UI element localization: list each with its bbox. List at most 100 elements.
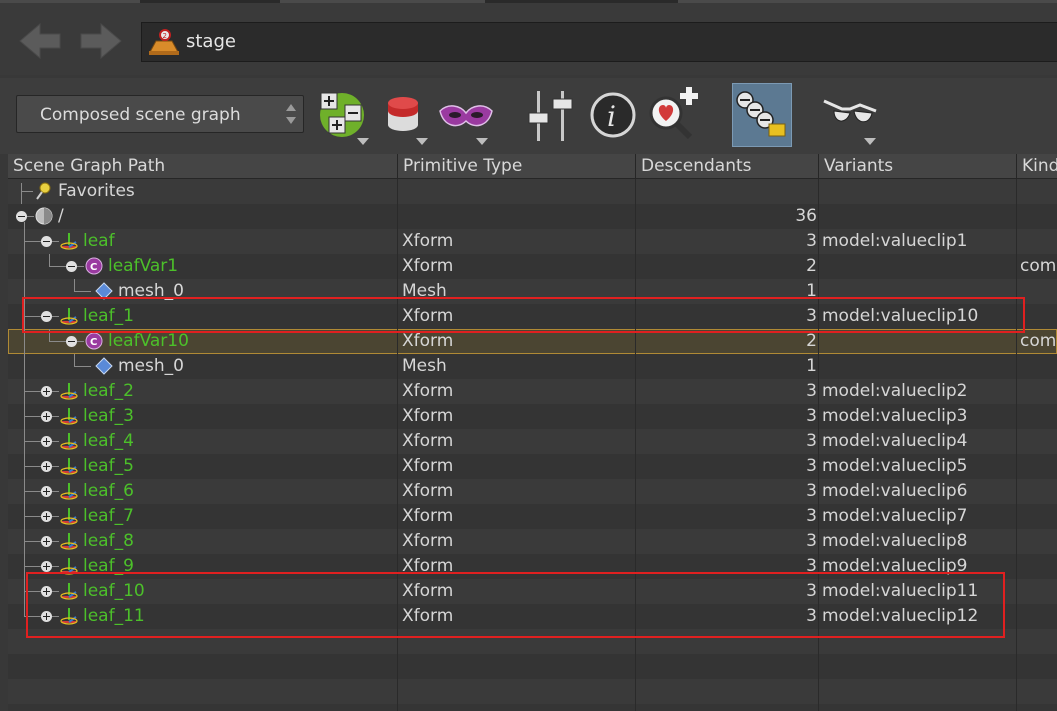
info-button[interactable]: i [588,83,640,147]
collapse-toggle[interactable] [41,311,52,322]
column-header-type[interactable]: Primitive Type [398,154,636,179]
table-row[interactable]: leaf_7 Xform 3 model:valueclip7 [8,504,1057,529]
table-row[interactable]: leaf_6 Xform 3 model:valueclip6 [8,479,1057,504]
primitive-type-cell: Xform [402,431,454,451]
collapse-toggle[interactable] [41,236,52,247]
prim-icon-wrapper [59,581,79,601]
prim-icon-wrapper [59,231,79,251]
table-row[interactable]: Favorites [8,179,1057,204]
column-divider [397,179,398,711]
tree-connector [52,241,59,242]
descendants-cell: 3 [806,606,817,626]
expand-toggle[interactable] [41,511,52,522]
table-row[interactable]: CleafVar10 Xform 2 com [8,329,1057,354]
inspect-zoom-button[interactable] [644,83,704,147]
tree-connector [74,291,91,292]
xform-icon [60,308,78,325]
back-button[interactable] [16,20,64,62]
table-row[interactable]: leaf_10 Xform 3 model:valueclip11 [8,579,1057,604]
kind-cell [1020,179,1057,204]
expand-collapse-button[interactable] [315,83,373,147]
xform-icon [60,383,78,400]
table-row[interactable]: leaf_11 Xform 3 model:valueclip12 [8,604,1057,629]
table-row[interactable]: CleafVar1 Xform 2 com [8,254,1057,279]
table-row[interactable]: mesh_0 Mesh 1 [8,354,1057,379]
table-row[interactable]: leaf_9 Xform 3 model:valueclip9 [8,554,1057,579]
variants-cell [822,329,1016,354]
table-row[interactable]: leaf_8 Xform 3 model:valueclip8 [8,529,1057,554]
expand-toggle[interactable] [41,561,52,572]
collapse-toggle[interactable] [66,336,77,347]
expand-toggle[interactable] [41,536,52,547]
mask-button[interactable] [438,83,498,147]
table-row[interactable]: leaf_1 Xform 3 model:valueclip10 [8,304,1057,329]
primitive-type-cell: Xform [402,506,454,526]
descendants-cell: 3 [806,481,817,501]
prim-name: leaf_2 [83,381,134,401]
sliders-button[interactable] [521,83,581,147]
table-row[interactable]: leaf_4 Xform 3 model:valueclip4 [8,429,1057,454]
table-row[interactable] [8,679,1057,704]
expand-toggle[interactable] [41,461,52,472]
layers-button[interactable] [384,83,436,147]
variants-cell: model:valueclip9 [822,556,968,576]
root-sphere-icon [35,207,53,225]
network-path-field[interactable]: 2 stage [141,22,1057,62]
variants-cell: model:valueclip3 [822,406,968,426]
descendants-cell: 3 [806,406,817,426]
table-row[interactable]: / 36 [8,204,1057,229]
table-row[interactable]: leaf Xform 3 model:valueclip1 [8,229,1057,254]
expand-toggle[interactable] [41,411,52,422]
prim-icon-wrapper [34,181,54,201]
column-header-variants[interactable]: Variants [819,154,1017,179]
table-row[interactable] [8,629,1057,654]
kind-cell [1020,504,1057,529]
tree-connector [24,441,41,442]
variants-cell [822,179,1016,204]
column-header-descendants[interactable]: Descendants [636,154,819,179]
descendants-cell: 3 [806,556,817,576]
navigation-bar: 2 stage [0,3,1057,75]
expand-toggle[interactable] [41,386,52,397]
variants-cell: model:valueclip4 [822,431,968,451]
primitive-type-cell [402,204,632,229]
variants-cell [822,354,1016,379]
back-arrow-icon [19,22,61,60]
collapse-toggle[interactable] [66,261,77,272]
kind-cell [1020,554,1057,579]
tree-connector [52,516,59,517]
expand-toggle[interactable] [41,486,52,497]
table-row[interactable]: leaf_5 Xform 3 model:valueclip5 [8,454,1057,479]
column-header-path[interactable]: Scene Graph Path [8,154,398,179]
expand-toggle[interactable] [41,611,52,622]
descendants-cell [636,179,817,204]
collapse-toggle[interactable] [16,211,27,222]
glasses-button[interactable] [820,83,882,147]
forward-button[interactable] [77,20,125,62]
tree-connector [49,341,66,342]
table-row[interactable]: mesh_0 Mesh 1 [8,279,1057,304]
primitive-type-cell [402,179,632,204]
prim-icon-wrapper [59,481,79,501]
table-row[interactable] [8,654,1057,679]
table-row[interactable]: leaf_2 Xform 3 model:valueclip2 [8,379,1057,404]
kind-cell [1020,229,1057,254]
kind-cell: com [1020,331,1057,351]
prim-name: leaf [83,231,115,251]
tree-connector [52,566,59,567]
variants-cell [822,279,1016,304]
view-mode-select[interactable]: Composed scene graph [16,95,304,133]
snapshot-toggle-button[interactable] [732,83,792,147]
snapshot-icon [736,91,786,137]
table-row[interactable]: leaf_3 Xform 3 model:valueclip3 [8,404,1057,429]
kind-cell [1020,379,1057,404]
variants-cell: model:valueclip8 [822,531,968,551]
prim-name: leaf_7 [83,506,134,526]
expand-toggle[interactable] [41,586,52,597]
prim-name: / [58,206,64,226]
tree-connector [24,222,25,616]
scene-graph-tree-table[interactable]: Scene Graph Path Primitive Type Descenda… [8,154,1057,711]
prim-name: leaf_9 [83,556,134,576]
expand-toggle[interactable] [41,436,52,447]
column-header-kind[interactable]: Kind [1017,154,1057,179]
